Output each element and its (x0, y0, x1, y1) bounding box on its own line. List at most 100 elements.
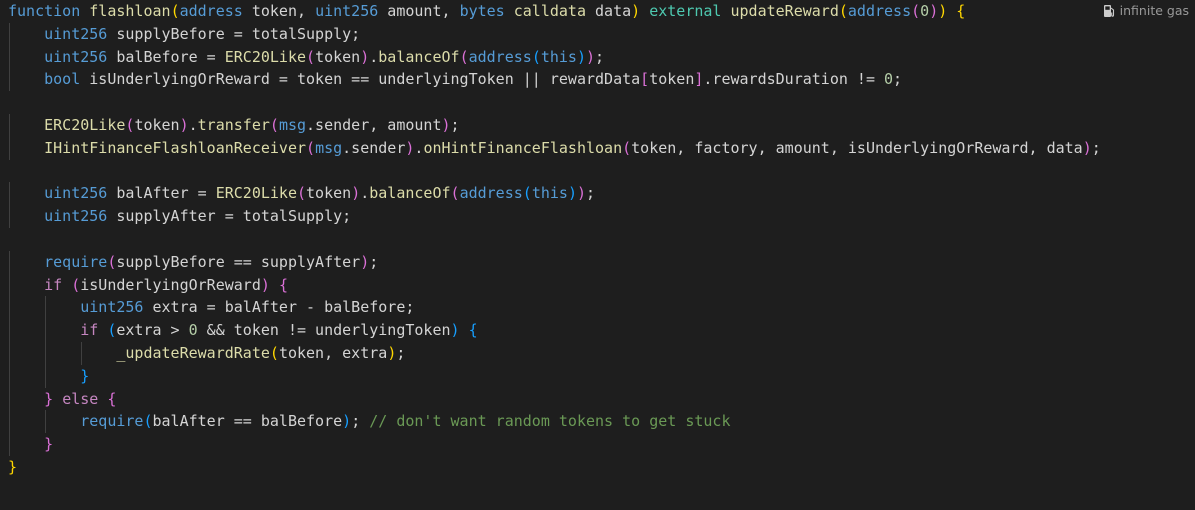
indent-guide (45, 319, 47, 342)
code-token: uint256 (44, 184, 108, 203)
code-token: ( (459, 47, 469, 66)
code-line[interactable]: } (0, 433, 1195, 456)
indent-guide (9, 22, 10, 46)
code-token: onHintFinanceFlashloan (423, 138, 623, 157)
code-line[interactable]: } (0, 456, 1195, 479)
code-line[interactable] (0, 91, 1195, 114)
code-token: require (80, 412, 144, 431)
code-line[interactable]: IHintFinanceFlashloanReceiver(msg.sender… (0, 136, 1195, 160)
indent-guide (45, 296, 47, 320)
indent-guide (9, 205, 10, 228)
code-token: . (369, 47, 379, 66)
code-token: ( (622, 138, 632, 157)
code-token: this (531, 184, 568, 203)
code-token: isUnderlyingOrReward = token == underlyi… (80, 70, 641, 89)
code-token: token (649, 70, 695, 89)
code-token: uint256 (44, 207, 108, 226)
indent-guide (45, 341, 47, 365)
code-token: ) (576, 47, 586, 66)
indent-guide (9, 136, 10, 160)
code-line[interactable]: uint256 supplyAfter = totalSupply; (0, 205, 1195, 228)
code-token: token, factory, amount, isUnderlyingOrRe… (631, 138, 1083, 157)
code-token: bytes (459, 2, 505, 20)
indent-guide (45, 364, 47, 388)
code-token: balanceOf (378, 47, 460, 66)
code-line[interactable]: ERC20Like(token).transfer(msg.sender, am… (0, 113, 1195, 137)
code-token: ) (260, 275, 270, 294)
code-token: uint256 (315, 2, 379, 20)
code-line[interactable]: require(supplyBefore == supplyAfter); (0, 250, 1195, 274)
code-token: extra = balAfter - balBefore; (143, 298, 415, 317)
code-token: supplyAfter = totalSupply; (107, 207, 352, 226)
code-token: { (278, 275, 288, 294)
code-token: token, (242, 2, 316, 20)
code-token: this (540, 47, 577, 66)
code-token: ( (297, 184, 307, 203)
indent-guide (9, 410, 10, 434)
code-line[interactable]: } else { (0, 387, 1195, 411)
code-token: function (8, 2, 81, 20)
code-token: .rewardsDuration != (703, 70, 885, 89)
code-token: // don't want random tokens to get stuck (369, 412, 731, 431)
code-token: ) (1082, 138, 1092, 157)
code-token: ( (306, 47, 316, 66)
code-token: msg (315, 138, 343, 157)
code-token: require (44, 252, 108, 271)
code-token: ) (360, 252, 370, 271)
code-line[interactable] (0, 160, 1195, 183)
code-line[interactable]: if (extra > 0 && token != underlyingToke… (0, 319, 1195, 342)
code-token: amount, (378, 2, 460, 20)
code-line[interactable]: uint256 extra = balAfter - balBefore; (0, 296, 1195, 320)
gas-estimate-codelens[interactable]: infinite gas (1103, 0, 1189, 23)
code-token: balAfter = (107, 184, 216, 203)
code-token: extra > (116, 321, 189, 340)
code-line[interactable]: require(balAfter == balBefore); // don't… (0, 410, 1195, 434)
code-token: ) (938, 2, 948, 20)
indent-guide (9, 319, 10, 342)
code-editor[interactable]: function flashloan(address token, uint25… (0, 0, 1195, 510)
code-token: else (62, 389, 99, 408)
code-token: ; (396, 343, 406, 362)
code-token: transfer (197, 115, 270, 134)
code-token: calldata (513, 2, 586, 20)
code-line[interactable]: uint256 balBefore = ERC20Like(token).bal… (0, 45, 1195, 69)
code-token: token (306, 184, 352, 203)
code-line[interactable]: bool isUnderlyingOrReward = token == und… (0, 68, 1195, 92)
code-token: address (468, 47, 532, 66)
code-token: ) (586, 47, 596, 66)
code-token: ) (360, 47, 370, 66)
code-line[interactable]: _updateRewardRate(token, extra); (0, 341, 1195, 365)
code-token: ( (522, 184, 532, 203)
code-line[interactable]: function flashloan(address token, uint25… (0, 0, 1195, 23)
code-token: supplyBefore == supplyAfter (116, 252, 361, 271)
code-token: ) (179, 115, 189, 134)
code-line[interactable] (0, 228, 1195, 251)
code-line[interactable]: } (0, 364, 1195, 388)
code-token: .sender, amount (306, 115, 442, 134)
indent-guide (9, 364, 10, 388)
code-token: ) (929, 2, 939, 20)
code-token: ( (838, 2, 848, 20)
code-token: ) (450, 321, 460, 340)
code-token: if (44, 275, 63, 294)
indent-guide (9, 341, 10, 365)
code-token: { (468, 321, 478, 340)
code-token: ( (911, 2, 921, 20)
code-line[interactable]: if (isUnderlyingOrReward) { (0, 273, 1195, 297)
code-line[interactable]: uint256 supplyBefore = totalSupply; (0, 22, 1195, 46)
code-token: token, extra (278, 343, 388, 362)
indent-guide (9, 250, 10, 274)
code-line[interactable]: uint256 balAfter = ERC20Like(token).bala… (0, 182, 1195, 206)
